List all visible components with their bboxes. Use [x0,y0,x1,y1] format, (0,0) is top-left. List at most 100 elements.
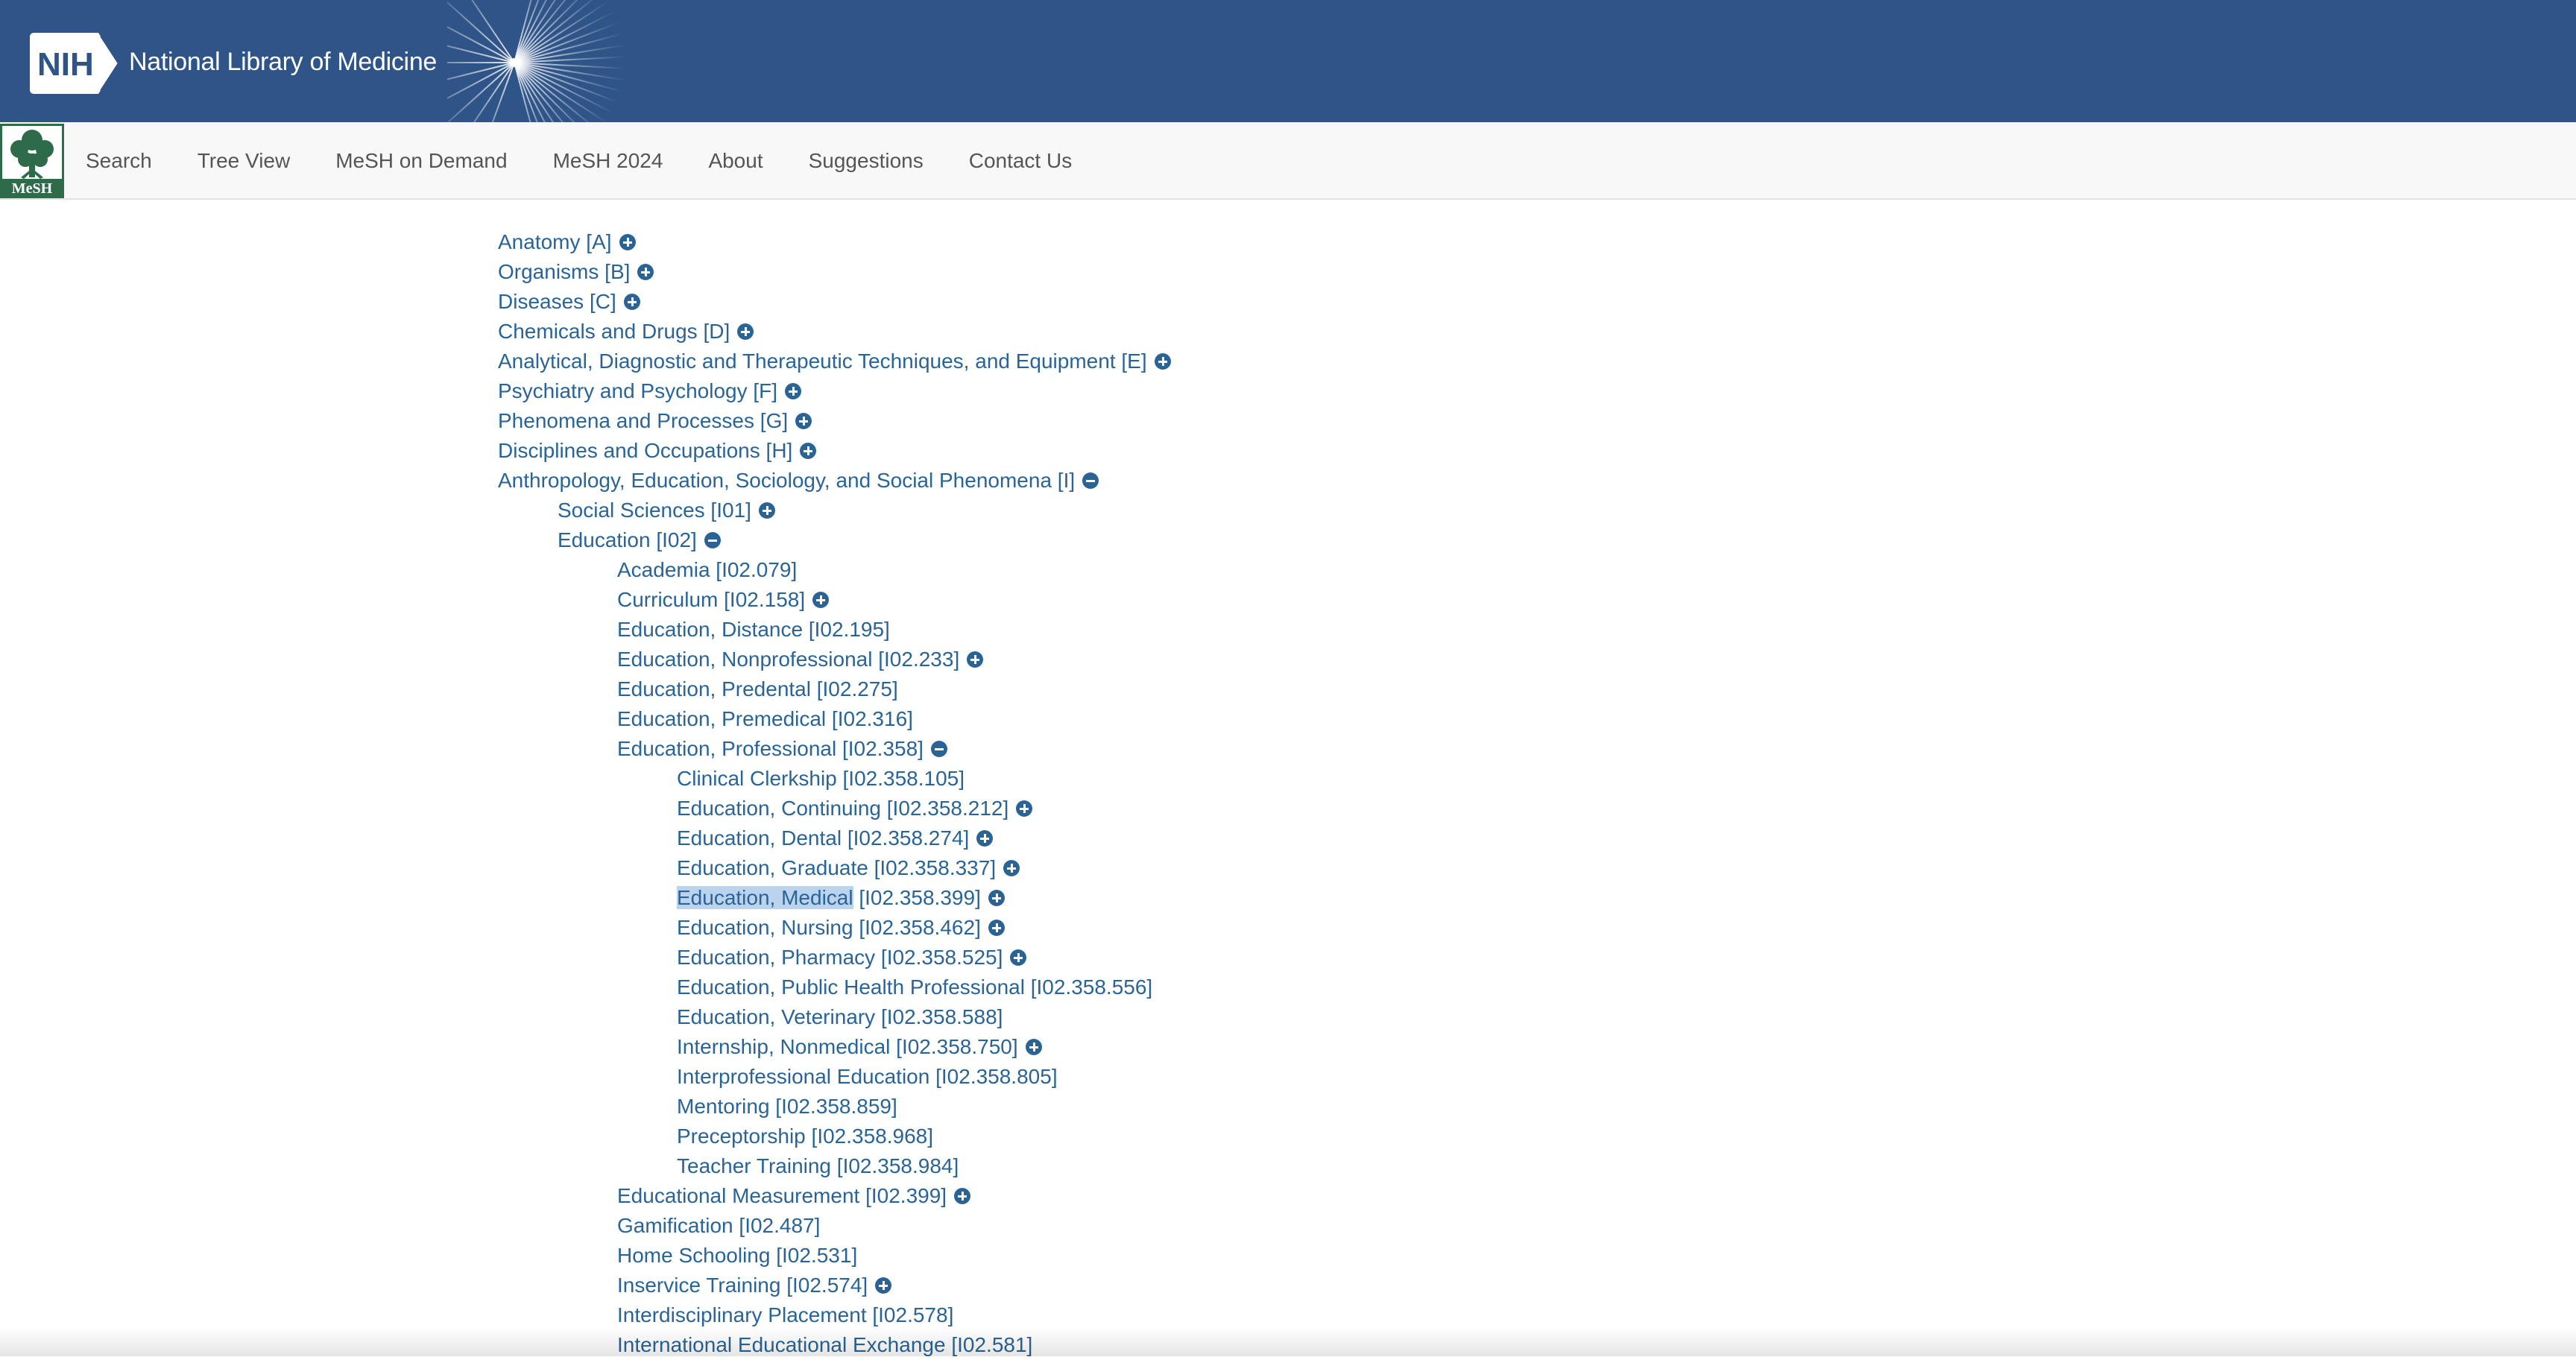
tree-node-link[interactable]: Inservice Training [I02.574] [617,1271,868,1300]
tree-node-link[interactable]: Chemicals and Drugs [D] [498,317,730,347]
tree-node-link[interactable]: Psychiatry and Psychology [F] [498,376,777,406]
tree-node: Social Sciences [I01] [558,496,775,525]
tree-node-link[interactable]: Interdisciplinary Placement [I02.578] [617,1300,953,1330]
expand-plus-icon[interactable] [988,890,1005,906]
tree-node-link[interactable]: International Educational Exchange [I02.… [617,1330,1032,1360]
expand-plus-icon[interactable] [1003,860,1020,876]
main-navbar: MeSH Search Tree View MeSH on Demand MeSH 2… [0,122,2576,200]
tree-node-link[interactable]: Organisms [B] [498,257,630,287]
expand-plus-icon[interactable] [875,1277,892,1294]
tree-node-link[interactable]: Education, Nonprofessional [I02.233] [617,645,959,674]
tree-node: Education, Dental [I02.358.274] [677,823,994,853]
tree-node-code: I02.358.750 [901,1035,1012,1058]
tree-node-code: E [1127,350,1141,373]
tree-node: Internship, Nonmedical [I02.358.750] [677,1032,1042,1062]
tree-node-code: I02.358.525 [886,946,997,969]
tree-node-link[interactable]: Disciplines and Occupations [H] [498,436,792,466]
tree-node-link[interactable]: Education, Dental [I02.358.274] [677,823,969,853]
expand-plus-icon[interactable] [812,592,830,608]
nav-link-tree-view[interactable]: Tree View [198,149,291,173]
tree-node: Education, Professional [I02.358] [617,734,947,764]
expand-plus-icon[interactable] [1010,949,1027,966]
tree-node-link[interactable]: Anatomy [A] [498,227,612,257]
nlm-title[interactable]: National Library of Medicine [129,48,437,77]
tree-node-name: Education, Nursing [677,916,853,939]
tree-node-name: Education, Dental [677,826,842,850]
nav-link-search[interactable]: Search [86,149,152,173]
tree-node-link[interactable]: Curriculum [I02.158] [617,585,805,615]
expand-plus-icon[interactable] [785,383,802,399]
tree-node: Teacher Training [I02.358.984] [677,1151,959,1181]
tree-node: Phenomena and Processes [G] [498,406,812,436]
expand-plus-icon[interactable] [1025,1039,1042,1055]
expand-plus-icon[interactable] [1154,353,1171,370]
expand-plus-icon[interactable] [976,830,994,847]
tree-node-name: Analytical, Diagnostic and Therapeutic T… [498,350,1116,373]
expand-plus-icon[interactable] [637,264,654,280]
tree-node: Psychiatry and Psychology [F] [498,376,802,406]
tree-node-link[interactable]: Diseases [C] [498,287,616,317]
tree-node-link[interactable]: Academia [I02.079] [617,555,797,585]
tree-node-link[interactable]: Preceptorship [I02.358.968] [677,1122,933,1151]
tree-node: Education, Public Health Professional [I… [677,972,1152,1002]
tree-node-name: Education, Pharmacy [677,946,876,969]
tree-node-name: Organisms [498,260,599,283]
expand-plus-icon[interactable] [758,502,775,519]
tree-node-link[interactable]: Education, Premedical [I02.316] [617,704,913,734]
tree-node-code: I02.358 [847,737,918,760]
tree-node-link[interactable]: Education, Distance [I02.195] [617,615,890,645]
expand-plus-icon[interactable] [623,294,640,310]
nav-link-suggestions[interactable]: Suggestions [809,149,924,173]
nav-link-mesh-2024[interactable]: MeSH 2024 [553,149,663,173]
expand-plus-icon[interactable] [1016,800,1033,817]
tree-node-link[interactable]: Social Sciences [I01] [558,496,751,525]
expand-plus-icon[interactable] [619,234,636,250]
tree-node: Preceptorship [I02.358.968] [677,1122,933,1151]
expand-plus-icon[interactable] [988,920,1005,936]
tree-node: Chemicals and Drugs [D] [498,317,754,347]
collapse-minus-icon[interactable] [704,532,721,548]
nav-link-about[interactable]: About [708,149,763,173]
tree-node-link[interactable]: Education, Public Health Professional [I… [677,972,1152,1002]
tree-node-name: Internship, Nonmedical [677,1035,891,1058]
expand-plus-icon[interactable] [800,443,817,459]
tree-node: Education, Veterinary [I02.358.588] [677,1002,1003,1032]
expand-plus-icon[interactable] [967,651,984,668]
expand-plus-icon[interactable] [795,413,812,429]
tree-node-link[interactable]: Teacher Training [I02.358.984] [677,1151,959,1181]
tree-node: Organisms [B] [498,257,654,287]
nav-link-mesh-on-demand[interactable]: MeSH on Demand [335,149,507,173]
window-bottom-shadow [0,1326,2576,1356]
tree-node-link[interactable]: Education [I02] [558,525,697,555]
tree-node: Clinical Clerkship [I02.358.105] [677,764,965,794]
tree-node-link[interactable]: Internship, Nonmedical [I02.358.750] [677,1032,1018,1062]
tree-node-code: I02.358.462 [865,916,976,939]
tree-node-link[interactable]: Clinical Clerkship [I02.358.105] [677,764,965,794]
tree-node-link[interactable]: Anthropology, Education, Sociology, and … [498,466,1075,496]
tree-node-link[interactable]: Phenomena and Processes [G] [498,406,788,436]
tree-node-link[interactable]: Education, Pharmacy [I02.358.525] [677,943,1003,972]
nav-link-contact-us[interactable]: Contact Us [969,149,1073,173]
tree-node-link[interactable]: Education, Graduate [I02.358.337] [677,853,996,883]
tree-node-link[interactable]: Analytical, Diagnostic and Therapeutic T… [498,347,1147,376]
tree-node-link[interactable]: Education, Professional [I02.358] [617,734,924,764]
tree-node-link[interactable]: Mentoring [I02.358.859] [677,1092,897,1122]
tree-node-link[interactable]: Home Schooling [I02.531] [617,1241,857,1271]
tree-node-link[interactable]: Education, Nursing [I02.358.462] [677,913,981,943]
tree-node-code: I01 [716,499,746,522]
expand-plus-icon[interactable] [737,323,754,340]
collapse-minus-icon[interactable] [930,741,947,757]
mesh-tree-logo[interactable]: MeSH [0,124,64,198]
tree-node-link[interactable]: Education, Medical [I02.358.399] [677,883,981,913]
collapse-minus-icon[interactable] [1082,472,1099,489]
tree-node-link[interactable]: Education, Continuing [I02.358.212] [677,794,1008,823]
tree-node-link[interactable]: Education, Predental [I02.275] [617,674,898,704]
tree-node-link[interactable]: Gamification [I02.487] [617,1211,820,1241]
tree-node-name: Education, Distance [617,618,804,641]
nih-logo[interactable]: NIH [30,33,118,94]
tree-node-link[interactable]: Education, Veterinary [I02.358.588] [677,1002,1003,1032]
expand-plus-icon[interactable] [954,1188,971,1204]
tree-node-link[interactable]: Educational Measurement [I02.399] [617,1181,947,1211]
tree-node: Gamification [I02.487] [617,1211,820,1241]
tree-node-link[interactable]: Interprofessional Education [I02.358.805… [677,1062,1058,1092]
